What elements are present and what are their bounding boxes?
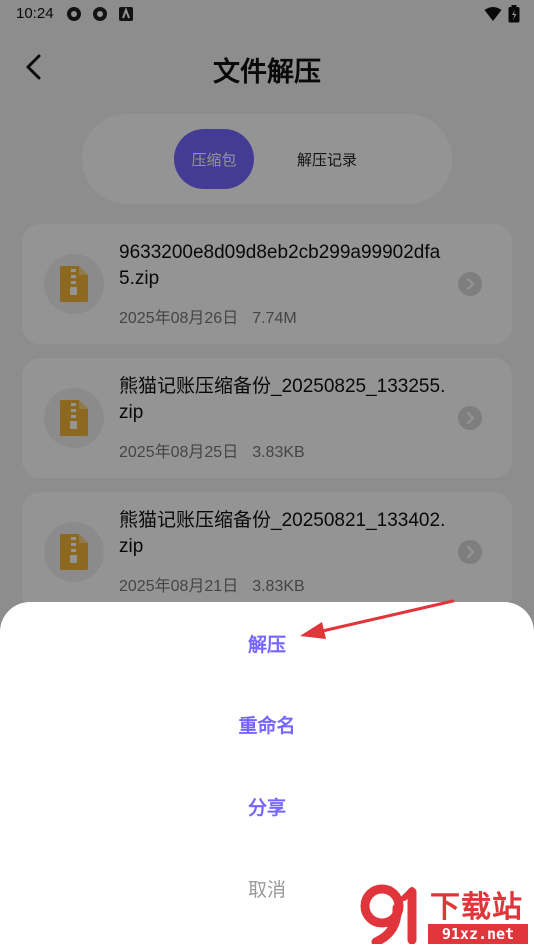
watermark-logo-icon (360, 884, 417, 944)
rename-button[interactable]: 重命名 (0, 711, 534, 738)
watermark-title: 下载站 (430, 890, 523, 925)
watermark: 下载站 91xz.net (360, 882, 530, 946)
watermark-url: 91xz.net (428, 924, 528, 944)
annotation-arrow-icon (300, 599, 455, 639)
screen: 10:24 文件解压 压缩包 解压记录 9633200e8d09d8eb2cb2… (0, 0, 534, 950)
share-button[interactable]: 分享 (0, 793, 534, 820)
